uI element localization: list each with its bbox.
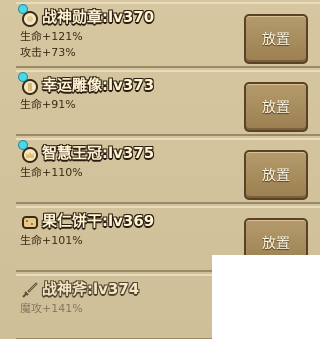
place-button[interactable]: 放置 xyxy=(244,150,308,200)
place-button[interactable]: 放置 xyxy=(244,14,308,64)
gem-icon xyxy=(18,72,28,82)
gem-icon xyxy=(18,140,28,150)
item-name: 果仁饼干:lv369 xyxy=(42,212,155,230)
item-stat: 魔攻+141% xyxy=(20,302,83,315)
item-stat: 生命+110% xyxy=(20,166,83,179)
item-stat: 生命+91% xyxy=(20,98,76,111)
gem-icon xyxy=(18,4,28,14)
biscuit-icon xyxy=(22,216,38,229)
item-stat: 生命+101% xyxy=(20,234,83,247)
place-button[interactable]: 放置 xyxy=(244,82,308,132)
list-item: 幸运雕像:lv373 生命+91% 放置 xyxy=(16,70,320,136)
item-name: 战神勋章:lv370 xyxy=(42,8,155,26)
item-stat: 生命+121% xyxy=(20,30,83,43)
item-name: 战神斧:lv374 xyxy=(42,280,140,298)
list-item: 智慧王冠:lv375 生命+110% 放置 xyxy=(16,138,320,204)
sword-icon xyxy=(22,282,38,298)
artifact-panel: 战神勋章:lv370 生命+121% 攻击+73% 放置 幸运雕像:lv373 … xyxy=(0,0,320,339)
blank-overlay xyxy=(212,255,320,339)
item-name: 幸运雕像:lv373 xyxy=(42,76,155,94)
item-name: 智慧王冠:lv375 xyxy=(42,144,155,162)
list-item: 战神勋章:lv370 生命+121% 攻击+73% 放置 xyxy=(16,2,320,68)
item-stat: 攻击+73% xyxy=(20,46,76,59)
